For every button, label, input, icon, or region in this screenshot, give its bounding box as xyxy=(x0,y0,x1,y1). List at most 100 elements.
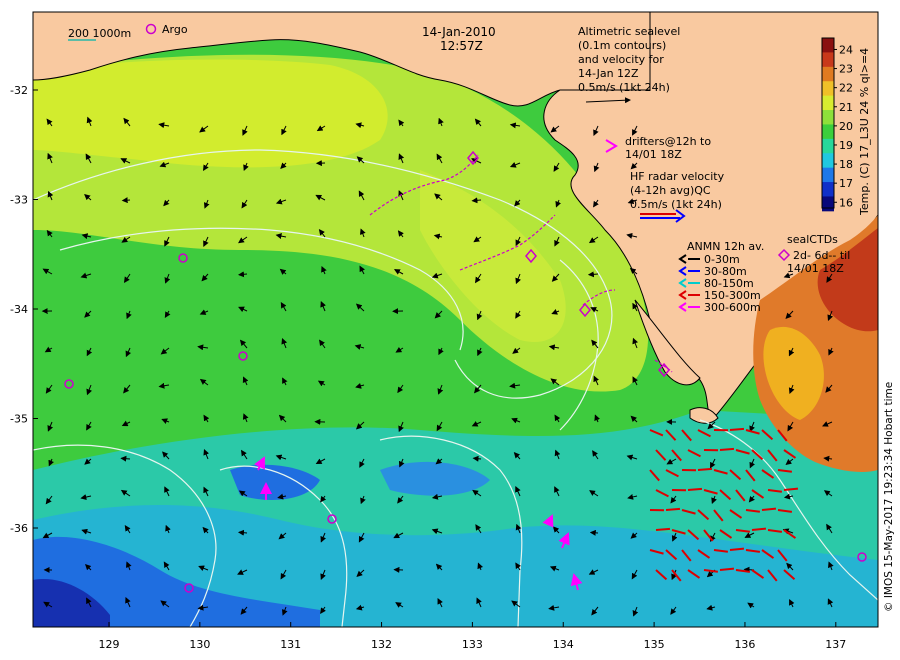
colorbar-segment xyxy=(822,89,834,94)
x-tick-label: 129 xyxy=(99,638,120,651)
colorbar-segment xyxy=(822,184,834,189)
x-tick-label: 135 xyxy=(644,638,665,651)
colorbar-segment xyxy=(822,101,834,105)
y-tick-label: -34 xyxy=(10,303,28,316)
anmn-title: ANMN 12h av. xyxy=(687,240,764,253)
velocity-arrow xyxy=(120,455,131,462)
warm-core-north xyxy=(33,59,388,168)
colorbar-tick-label: 18 xyxy=(839,158,853,171)
colorbar-segment xyxy=(822,115,834,120)
map-area xyxy=(33,12,878,627)
colorbar-segment xyxy=(822,202,834,206)
colorbar-title: Temp. (C) 17_L3U 24 % ql>=4 xyxy=(858,48,871,216)
colorbar-tick-label: 17 xyxy=(839,177,853,190)
colorbar-segment xyxy=(822,170,834,174)
colorbar-segment xyxy=(822,150,834,154)
hf-radar-arrow xyxy=(783,487,799,491)
seal-line-2: 14/01 18Z xyxy=(787,262,844,275)
velocity-arrow xyxy=(121,197,131,204)
colorbar-segment xyxy=(822,66,834,71)
hf-radar-line-2: (4-12h avg)QC xyxy=(630,184,711,197)
colorbar-tick-label: 20 xyxy=(839,120,853,133)
hf-radar-arrow xyxy=(761,507,777,511)
colorbar-segment xyxy=(822,112,834,117)
altimetry-line-2: (0.1m contours) xyxy=(578,39,666,52)
x-tick-label: 136 xyxy=(734,638,755,651)
colorbar-segment xyxy=(822,133,834,137)
hf-radar-arrow xyxy=(729,547,745,551)
colorbar-segment xyxy=(822,156,834,160)
y-tick-label: -32 xyxy=(10,84,28,97)
colorbar-segment xyxy=(822,187,834,192)
altimetry-line-3: and velocity for xyxy=(578,53,664,66)
colorbar-segment xyxy=(822,141,834,146)
scale-bar-label: 200 1000m xyxy=(68,27,131,40)
colorbar-tick-label: 16 xyxy=(839,196,853,209)
colorbar-segment xyxy=(822,107,834,111)
seal-line-1: 2d- 6d-- til xyxy=(793,249,850,262)
colorbar-segment xyxy=(822,75,834,79)
colorbar-segment xyxy=(822,78,834,82)
colorbar-segment xyxy=(822,95,834,99)
seal-title: sealCTDs xyxy=(787,233,838,246)
anmn-legend-label: 300-600m xyxy=(704,301,761,314)
colorbar-segment xyxy=(822,69,834,74)
colorbar-tick-label: 23 xyxy=(839,63,853,76)
colorbar-segment xyxy=(822,138,834,143)
hf-radar-arrow xyxy=(687,487,703,491)
hf-radar-arrow xyxy=(751,527,767,531)
colorbar-segment xyxy=(822,193,834,197)
colorbar-segment xyxy=(822,55,834,59)
altimetry-line-4: 14-Jan 12Z xyxy=(578,67,639,80)
colorbar-segment xyxy=(822,98,834,102)
colorbar-segment xyxy=(822,58,834,62)
hf-radar-arrow xyxy=(729,427,745,431)
colorbar-segment xyxy=(822,147,834,151)
x-tick-label: 131 xyxy=(280,638,301,651)
x-tick-label: 130 xyxy=(189,638,210,651)
colorbar-segment xyxy=(822,190,834,195)
altimetry-line-5: 0.5m/s (1kt 24h) xyxy=(578,81,670,94)
hf-radar-arrow xyxy=(665,507,681,511)
colorbar-segment xyxy=(822,61,834,65)
colorbar-segment xyxy=(822,196,834,200)
colorbar-segment xyxy=(822,49,834,53)
x-tick-label: 133 xyxy=(462,638,483,651)
colorbar-segment xyxy=(822,124,834,128)
colorbar-segment xyxy=(822,161,834,166)
colorbar-segment xyxy=(822,130,834,134)
colorbar-segment xyxy=(822,104,834,108)
hf-radar-arrow xyxy=(697,467,713,471)
colorbar-tick-label: 19 xyxy=(839,139,853,152)
y-tick-label: -33 xyxy=(10,194,28,207)
velocity-arrow xyxy=(589,529,599,536)
x-tick-label: 137 xyxy=(825,638,846,651)
colorbar-segment xyxy=(822,127,834,131)
colorbar-segment xyxy=(822,118,834,123)
colorbar-tick-label: 22 xyxy=(839,82,853,95)
colorbar-segment xyxy=(822,176,834,180)
colorbar-segment xyxy=(822,135,834,140)
colorbar-segment xyxy=(822,52,834,56)
colorbar-segment xyxy=(822,167,834,171)
y-tick-label: -35 xyxy=(10,413,28,426)
colorbar-segment xyxy=(822,144,834,148)
colorbar-segment xyxy=(822,81,834,85)
colorbar-segment xyxy=(822,153,834,157)
argo-legend-label: Argo xyxy=(162,23,188,36)
colorbar-segment xyxy=(822,164,834,169)
map-date: 14-Jan-2010 xyxy=(422,25,496,39)
colorbar-segment xyxy=(822,72,834,76)
drifters-line-2: 14/01 18Z xyxy=(625,148,682,161)
colorbar-segment xyxy=(822,43,834,48)
hf-radar-line-1: HF radar velocity xyxy=(630,170,725,183)
drifters-line-1: drifters@12h to xyxy=(625,135,711,148)
sst-map: 200 1000m Argo 14-Jan-2010 12:57Z Altime… xyxy=(10,11,895,651)
colorbar-tick-label: 21 xyxy=(839,101,853,114)
colorbar-segment xyxy=(822,179,834,183)
colorbar-segment xyxy=(822,159,834,163)
colorbar-segment xyxy=(822,92,834,97)
colorbar-segment xyxy=(822,110,834,114)
altimetry-line-1: Altimetric sealevel xyxy=(578,25,680,38)
hf-radar-arrow xyxy=(719,447,735,451)
